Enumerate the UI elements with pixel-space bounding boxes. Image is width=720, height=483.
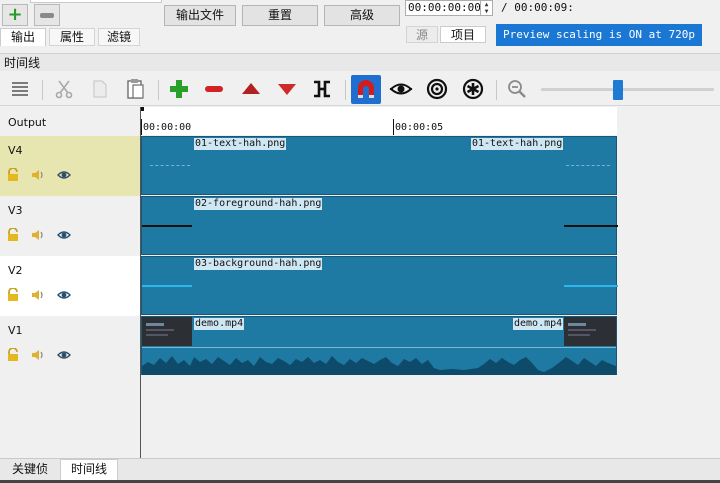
paste-icon[interactable] [123,77,147,101]
clip-label: demo.mp4 [194,318,245,330]
tab-filters[interactable]: 滤镜 [98,28,140,46]
clip-label: 01-text-hah.png [471,138,564,150]
clip-label: demo.mp4 [513,318,564,330]
minus-icon [40,12,54,18]
output-label: Output [8,116,47,129]
clip-thumbnail-strip [564,225,618,227]
preview-scaling-notice: Preview scaling is ON at 720p [496,24,702,46]
ruler-tick [141,119,142,135]
remove-button[interactable] [34,4,60,26]
hide-icon[interactable] [57,288,71,302]
track-row-v3[interactable]: 02-foreground-hah.png [141,196,618,255]
clip-label: 03-background-hah.png [194,258,323,270]
track-name: V2 [8,264,23,277]
zoom-slider-track[interactable] [541,88,714,91]
track-row-v1[interactable]: demo.mp4 demo.mp4 [141,316,617,375]
advanced-button[interactable]: 高级 [324,5,400,26]
snap-icon[interactable] [351,75,381,104]
total-duration: / 00:00:09: [501,1,574,14]
mute-icon[interactable] [31,348,45,362]
split-icon[interactable] [310,77,334,101]
track-header-v4[interactable]: V4 [0,136,140,196]
tab-keyframes[interactable]: 关键侦 [3,460,57,480]
toolbar-separator [345,80,346,100]
toolbar-separator [496,80,497,100]
timeline-toolbar [0,72,720,106]
tab-timeline[interactable]: 时间线 [60,459,118,480]
ruler-label: 00:00:05 [395,122,444,133]
toolbar-separator [158,80,159,100]
ruler-label: 00:00:00 [143,122,192,133]
lock-icon[interactable] [6,348,20,362]
cut-icon[interactable] [52,77,76,101]
current-time-field[interactable]: 00:00:00:00 ▲ ▼ [405,0,493,16]
track-row-v2[interactable]: 03-background-hah.png [141,256,618,315]
hide-icon[interactable] [57,228,71,242]
time-spinner[interactable]: ▲ ▼ [480,1,492,15]
tab-export[interactable]: 输出 [0,28,46,46]
lock-icon[interactable] [6,168,20,182]
reset-button[interactable]: 重置 [242,5,318,26]
clip-label: 02-foreground-hah.png [194,198,323,210]
mute-icon[interactable] [31,228,45,242]
zoom-out-icon[interactable] [505,77,529,101]
scrub-icon[interactable] [389,77,413,101]
hide-icon[interactable] [57,168,71,182]
clip-thumbnail-strip [142,285,192,287]
tab-source[interactable]: 源 [406,26,438,43]
playhead-marker[interactable] [141,107,144,111]
menu-icon[interactable] [8,77,32,101]
lift-icon[interactable] [239,77,263,101]
mute-icon[interactable] [31,168,45,182]
ruler-tick [393,119,394,135]
clip-label: 01-text-hah.png [194,138,287,150]
top-clipped-field [30,0,162,3]
append-icon[interactable] [167,77,191,101]
tab-properties[interactable]: 属性 [49,28,95,46]
toolbar-separator [42,80,43,100]
timeline-empty-area[interactable] [141,376,720,458]
timeline-panel-title: 时间线 [0,53,720,71]
track-header-v3[interactable]: V3 [0,196,140,256]
ripple-all-icon[interactable] [461,77,485,101]
track-name: V1 [8,324,23,337]
ripple-icon[interactable] [425,77,449,101]
add-button[interactable]: + [2,4,28,26]
current-time-value: 00:00:00:00 [408,1,481,14]
lock-icon[interactable] [6,288,20,302]
time-ruler[interactable]: 00:00:00 00:00:05 [141,107,617,135]
clip-thumbnail-strip [566,165,610,166]
hide-icon[interactable] [57,348,71,362]
overwrite-icon[interactable] [275,77,299,101]
track-header-v2[interactable]: V2 [0,256,140,316]
track-name: V3 [8,204,23,217]
clip-thumbnail-strip [142,225,192,227]
export-file-button[interactable]: 输出文件 [164,5,236,26]
video-thumbnail [142,317,192,346]
tab-project[interactable]: 项目 [440,26,486,43]
audio-waveform [142,356,616,375]
video-thumbnail [564,317,616,346]
copy-icon[interactable] [88,77,112,101]
track-header-v1[interactable]: V1 [0,316,140,376]
track-name: V4 [8,144,23,157]
clip-thumbnail-strip [150,165,190,166]
lock-icon[interactable] [6,228,20,242]
clip-thumbnail-strip [564,285,618,287]
plus-icon: + [7,4,23,25]
track-row-v4[interactable]: 01-text-hah.png 01-text-hah.png [141,136,617,195]
zoom-slider-handle[interactable] [613,80,623,100]
remove-icon[interactable] [202,77,226,101]
mute-icon[interactable] [31,288,45,302]
